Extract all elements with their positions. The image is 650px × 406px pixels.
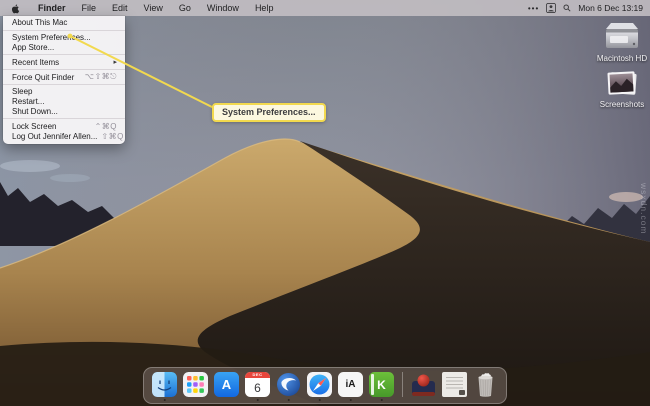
- kdenlive-icon: K: [369, 372, 394, 397]
- menubar-menu-window[interactable]: Window: [199, 0, 247, 16]
- menu-item-shortcut: ⌥⇧⌘⎋: [85, 72, 117, 82]
- dock-icon-thunderbird[interactable]: [276, 372, 301, 397]
- dock-icon-launchpad[interactable]: [183, 372, 208, 397]
- menu-item-about-this-mac[interactable]: About This Mac: [3, 18, 125, 28]
- desktop-icon-label: Macintosh HD: [590, 54, 650, 63]
- document-icon: [442, 372, 467, 397]
- thunderbird-icon: [276, 372, 301, 397]
- ia-writer-icon: iA: [338, 372, 363, 397]
- menu-item-label: About This Mac: [12, 18, 67, 27]
- hard-drive-icon: [603, 20, 641, 52]
- menu-separator: [3, 118, 125, 119]
- dock-icon-kdenlive[interactable]: K: [369, 372, 394, 397]
- dock-icon-ia-writer[interactable]: iA: [338, 372, 363, 397]
- document-text-lines: [446, 377, 463, 389]
- ia-writer-label: iA: [346, 379, 356, 390]
- desktop-icon-label: Screenshots: [590, 100, 650, 109]
- menu-item-shut-down[interactable]: Shut Down...: [3, 107, 125, 117]
- submenu-arrow-icon: ▸: [113, 58, 117, 66]
- menubar-menu-help[interactable]: Help: [247, 0, 282, 16]
- menu-separator: [3, 69, 125, 70]
- more-status-icon[interactable]: •••: [528, 4, 539, 13]
- apple-menu-button[interactable]: [0, 0, 30, 16]
- apple-logo-icon: [10, 3, 21, 14]
- red-ball-app-icon: [411, 372, 436, 397]
- app-store-icon: A: [214, 372, 239, 397]
- menu-item-label: Force Quit Finder: [12, 73, 74, 82]
- running-indicator: [380, 399, 383, 402]
- desktop-icon-screenshots[interactable]: Screenshots: [590, 70, 650, 109]
- document-badge: [459, 390, 465, 395]
- dock-divider: [402, 372, 403, 397]
- menu-item-lock-screen[interactable]: Lock Screen ⌃⌘Q: [3, 121, 125, 131]
- callout-system-preferences: System Preferences...: [212, 103, 326, 122]
- calendar-day: 6: [245, 378, 270, 397]
- menu-item-label: Log Out Jennifer Allen...: [12, 132, 97, 141]
- menubar-app-menu-finder[interactable]: Finder: [30, 0, 74, 16]
- menu-separator: [3, 84, 125, 85]
- photo-stack-icon: [604, 70, 640, 98]
- menu-item-label: System Preferences...: [12, 33, 91, 42]
- safari-icon: [307, 372, 332, 397]
- dock-icon-trash[interactable]: [473, 372, 498, 397]
- launchpad-icon: [183, 372, 208, 397]
- dock-icon-app-store[interactable]: A: [214, 372, 239, 397]
- menubar-menu-edit[interactable]: Edit: [104, 0, 136, 16]
- menu-bar: Finder File Edit View Go Window Help •••…: [0, 0, 650, 16]
- watermark-text: wsxdn.com: [639, 183, 649, 235]
- user-switch-icon[interactable]: [546, 3, 556, 13]
- menu-item-label: Recent Items: [12, 58, 59, 67]
- menu-item-shortcut: ⇧⌘Q: [101, 132, 123, 141]
- dock: A DEC 6: [143, 367, 507, 404]
- menu-item-restart[interactable]: Restart...: [3, 97, 125, 107]
- finder-icon: [152, 372, 177, 397]
- menu-item-log-out[interactable]: Log Out Jennifer Allen... ⇧⌘Q: [3, 131, 125, 141]
- menu-item-label: Restart...: [12, 97, 44, 106]
- apple-menu-dropdown: About This Mac System Preferences... App…: [3, 16, 125, 144]
- menu-separator: [3, 30, 125, 31]
- menu-item-label: Lock Screen: [12, 122, 56, 131]
- calendar-icon: DEC 6: [245, 372, 270, 397]
- menu-item-recent-items[interactable]: Recent Items ▸: [3, 57, 125, 67]
- menu-item-sleep[interactable]: Sleep: [3, 87, 125, 97]
- dock-icon-stack[interactable]: [411, 372, 436, 397]
- menubar-clock[interactable]: Mon 6 Dec 13:19: [578, 3, 643, 13]
- menubar-menu-view[interactable]: View: [136, 0, 171, 16]
- running-indicator: [287, 399, 290, 402]
- desktop-screen: Finder File Edit View Go Window Help •••…: [0, 0, 650, 406]
- spotlight-icon[interactable]: [563, 4, 571, 12]
- trash-icon: [473, 372, 498, 397]
- app-store-letter: A: [222, 377, 231, 392]
- menu-item-label: Shut Down...: [12, 107, 58, 116]
- dock-icon-document[interactable]: [442, 372, 467, 397]
- running-indicator: [349, 399, 352, 402]
- menu-item-app-store[interactable]: App Store...: [3, 43, 125, 53]
- running-indicator: [163, 399, 166, 402]
- dock-icon-finder[interactable]: [152, 372, 177, 397]
- menubar-menu-file[interactable]: File: [74, 0, 105, 16]
- menu-item-shortcut: ⌃⌘Q: [95, 122, 117, 131]
- film-strip-decoration: [371, 374, 374, 395]
- running-indicator: [256, 399, 259, 402]
- dock-icon-safari[interactable]: [307, 372, 332, 397]
- menu-separator: [3, 54, 125, 55]
- menu-item-system-preferences[interactable]: System Preferences...: [3, 33, 125, 43]
- desktop-icon-macintosh-hd[interactable]: Macintosh HD: [590, 20, 650, 63]
- menu-item-force-quit-finder[interactable]: Force Quit Finder ⌥⇧⌘⎋: [3, 72, 125, 82]
- dock-icon-calendar[interactable]: DEC 6: [245, 372, 270, 397]
- menubar-menu-go[interactable]: Go: [171, 0, 199, 16]
- menu-item-label: App Store...: [12, 43, 54, 52]
- menu-item-label: Sleep: [12, 87, 32, 96]
- menu-bar-right: ••• Mon 6 Dec 13:19: [528, 0, 650, 16]
- kdenlive-letter: K: [377, 378, 386, 392]
- running-indicator: [318, 399, 321, 402]
- menu-bar-left: Finder File Edit View Go Window Help: [0, 0, 281, 16]
